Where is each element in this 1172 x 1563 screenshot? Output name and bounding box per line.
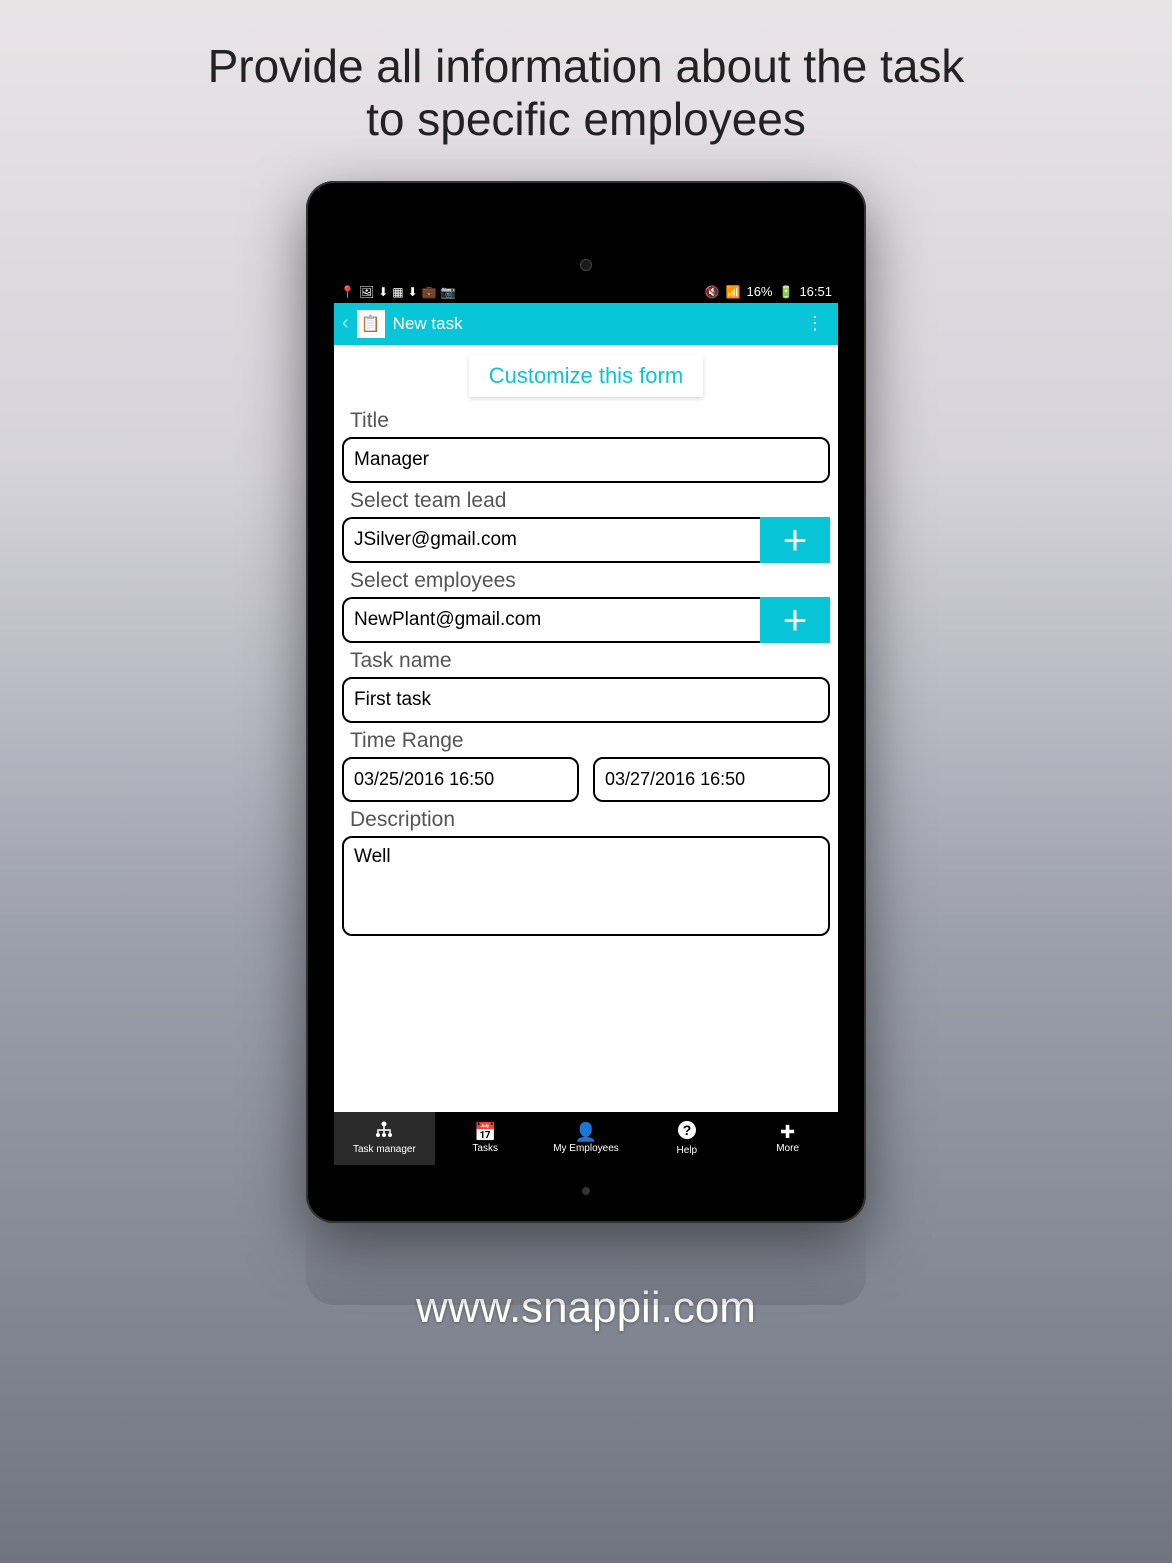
app-icon: ▦ (392, 285, 403, 299)
header-title: New task (393, 314, 792, 334)
title-label: Title (350, 409, 830, 433)
android-status-bar: 📍 🖼 ⬇ ▦ ⬇ 💼 📷 🔇 📶 16% 🔋 16:51 (334, 281, 838, 303)
employees-input[interactable] (342, 597, 760, 643)
bottom-navigation: Task manager 📅 Tasks 👤 My Employees ? He… (334, 1112, 838, 1165)
description-input[interactable]: Well (342, 836, 830, 936)
calendar-icon: 📅 (474, 1123, 496, 1141)
device-reflection (306, 1225, 866, 1305)
add-teamlead-button[interactable]: + (760, 517, 830, 563)
battery-icon: 🔋 (779, 285, 794, 299)
app-header-bar: ‹ 📋 New task ⋮ (334, 303, 838, 345)
overflow-menu-button[interactable]: ⋮ (800, 313, 830, 334)
employees-label: Select employees (350, 569, 830, 593)
status-left-icons: 📍 🖼 ⬇ ▦ ⬇ 💼 📷 (340, 285, 456, 299)
download-icon: ⬇ (378, 285, 388, 299)
plus-icon: ✚ (780, 1123, 795, 1141)
battery-percent: 16% (746, 284, 772, 299)
camera-small-icon: 📷 (441, 285, 456, 299)
device-home-indicator (582, 1187, 590, 1195)
teamlead-label: Select team lead (350, 489, 830, 513)
time-end-input[interactable] (593, 757, 830, 802)
help-icon: ? (677, 1120, 697, 1143)
taskname-label: Task name (350, 649, 830, 673)
nav-help[interactable]: ? Help (636, 1112, 737, 1165)
status-time: 16:51 (799, 284, 832, 299)
plus-icon: + (783, 519, 808, 561)
svg-text:?: ? (683, 1122, 692, 1138)
form-container: Customize this form Title Select team le… (334, 345, 838, 1112)
promo-headline: Provide all information about the task t… (208, 40, 965, 146)
timerange-label: Time Range (350, 729, 830, 753)
tablet-device-frame: 📍 🖼 ⬇ ▦ ⬇ 💼 📷 🔇 📶 16% 🔋 16:51 ‹ 📋 New ta… (306, 181, 866, 1223)
wifi-icon: 📶 (726, 285, 741, 299)
clipboard-icon: 📋 (357, 310, 385, 338)
download-icon-2: ⬇ (408, 285, 418, 299)
time-start-input[interactable] (342, 757, 579, 802)
nav-my-employees[interactable]: 👤 My Employees (536, 1112, 637, 1165)
nav-task-manager[interactable]: Task manager (334, 1112, 435, 1165)
add-employee-button[interactable]: + (760, 597, 830, 643)
nav-label: Help (677, 1145, 698, 1156)
status-right-icons: 🔇 📶 16% 🔋 16:51 (705, 284, 832, 299)
nav-more[interactable]: ✚ More (737, 1112, 838, 1165)
mute-icon: 🔇 (705, 285, 720, 299)
nav-label: Tasks (472, 1143, 498, 1154)
hierarchy-icon (374, 1121, 394, 1142)
taskname-input[interactable] (342, 677, 830, 723)
nav-label: Task manager (353, 1144, 416, 1155)
customize-form-button[interactable]: Customize this form (469, 355, 703, 397)
title-input[interactable] (342, 437, 830, 483)
teamlead-input[interactable] (342, 517, 760, 563)
device-screen: 📍 🖼 ⬇ ▦ ⬇ 💼 📷 🔇 📶 16% 🔋 16:51 ‹ 📋 New ta… (334, 281, 838, 1165)
image-icon: 🖼 (359, 285, 374, 299)
back-button[interactable]: ‹ (342, 312, 349, 335)
nav-label: More (776, 1143, 799, 1154)
nav-label: My Employees (553, 1143, 619, 1154)
nav-tasks[interactable]: 📅 Tasks (435, 1112, 536, 1165)
device-camera (580, 259, 592, 271)
briefcase-icon: 💼 (422, 285, 437, 299)
promo-line-2: to specific employees (208, 93, 965, 146)
person-icon: 👤 (575, 1123, 597, 1141)
description-label: Description (350, 808, 830, 832)
plus-icon: + (783, 599, 808, 641)
location-icon: 📍 (340, 285, 355, 299)
promo-line-1: Provide all information about the task (208, 40, 965, 93)
